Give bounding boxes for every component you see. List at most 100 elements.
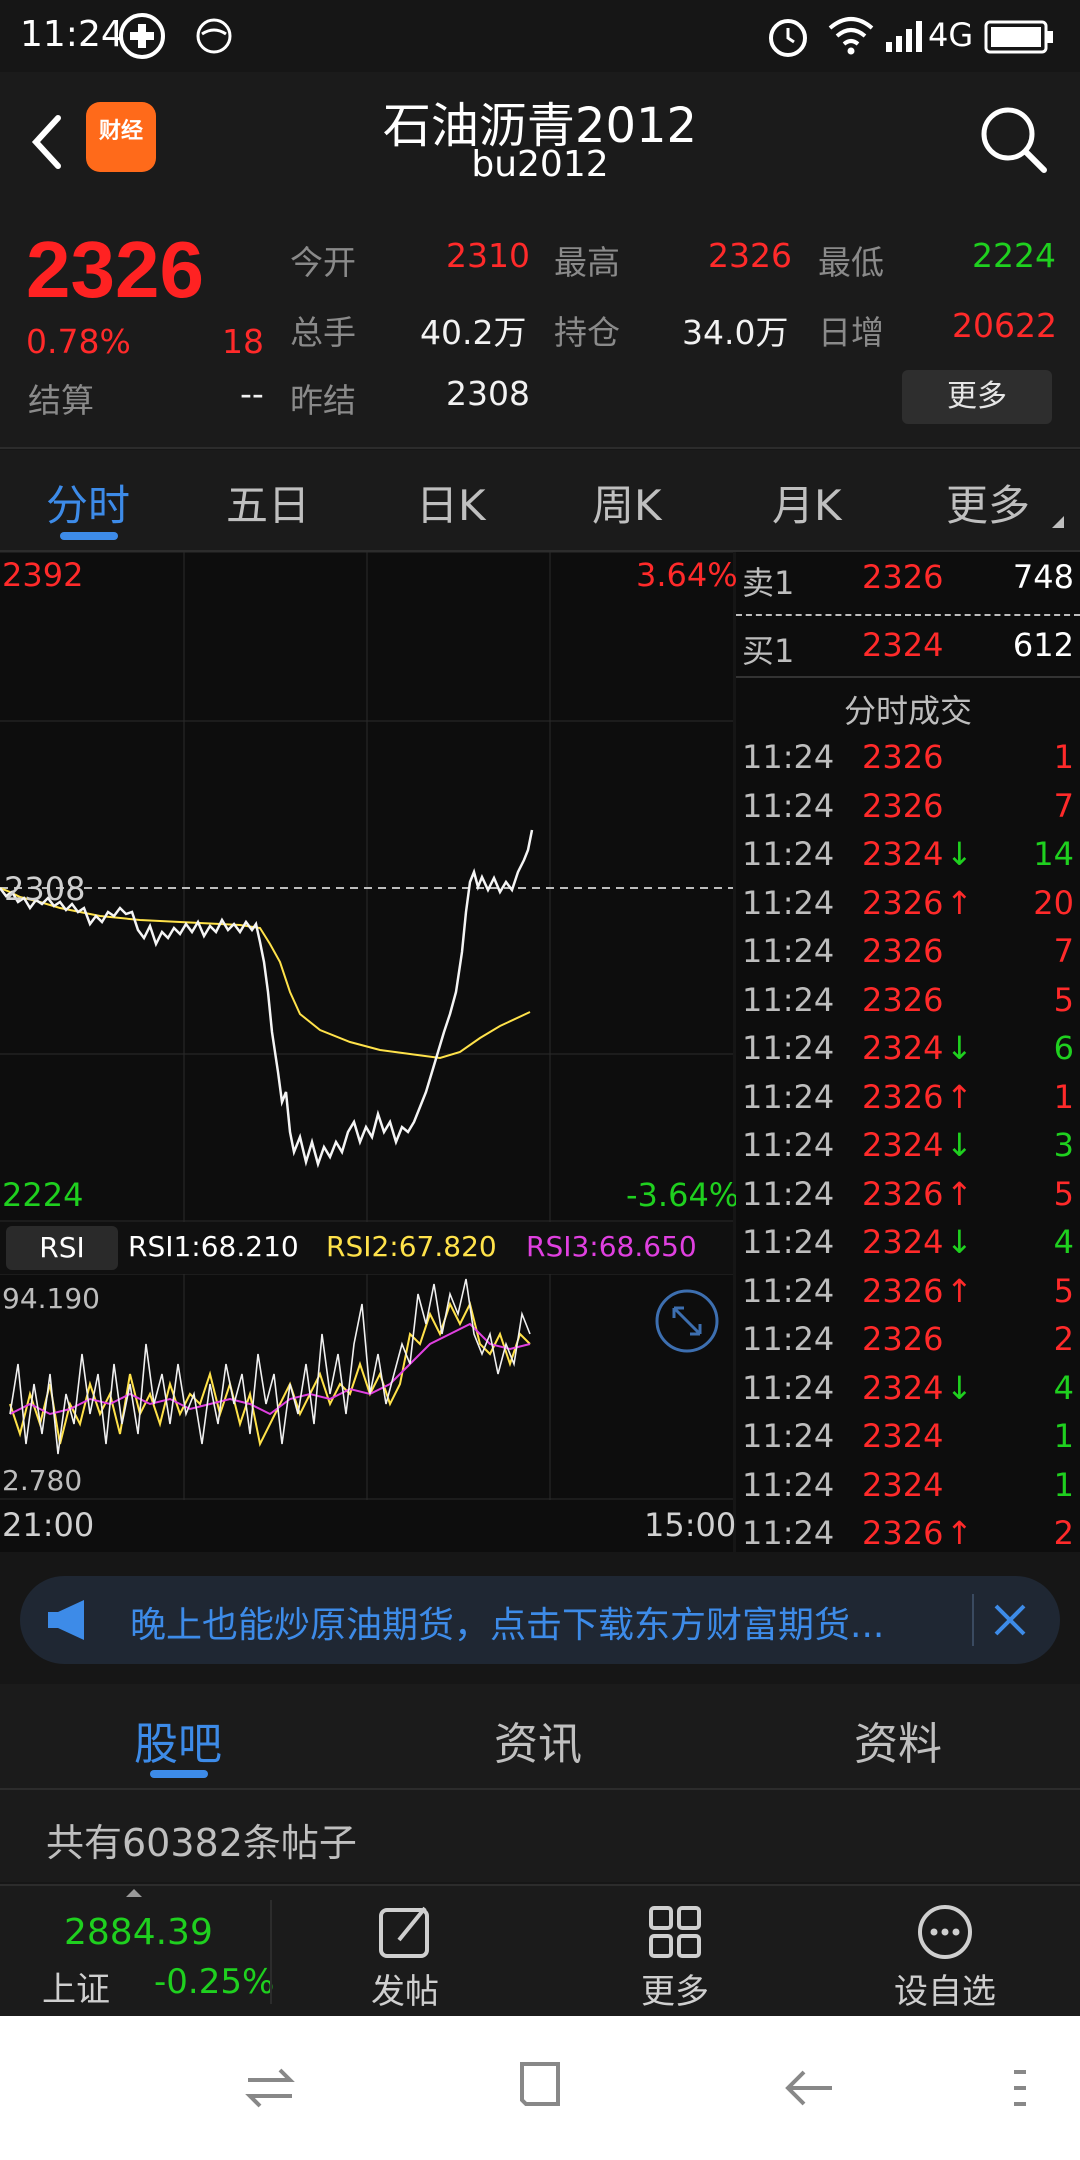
low-label: 最低 [818,243,884,282]
tab-five-day[interactable]: 五日 [226,472,310,533]
trade-time: 11:24 [742,1126,835,1164]
rsi-button[interactable]: RSI [6,1226,118,1270]
settle-value: -- [240,374,264,413]
tab-forum[interactable]: 股吧 [134,1708,222,1772]
rsi3-value: RSI3:68.650 [526,1230,697,1263]
trade-volume: 2 [1053,1320,1074,1358]
daily-increase-value: 20622 [952,306,1057,345]
trade-row: 11:24 2326 5 [736,981,1080,1029]
back-icon[interactable] [784,2062,836,2114]
rsi-chart-svg [0,1274,733,1500]
active-tab-indicator [60,532,118,540]
system-nav-bar [0,2016,1080,2160]
trades-title: 分时成交 [843,692,972,730]
megaphone-icon [48,1600,84,1640]
index-change: -0.25% [154,1962,275,2002]
more-button[interactable]: 更多 [600,1886,750,2018]
promo-banner-area: 晚上也能炒原油期货，点击下载东方财富期货... [0,1556,1080,1682]
banner-divider [972,1594,974,1646]
caret-up-icon [126,1889,142,1897]
contract-code: bu2012 [471,144,609,185]
trade-row: 11:24 2324 1 [736,1417,1080,1465]
community-tabs: 股吧 资讯 资料 [0,1684,1080,1790]
trade-time: 11:24 [742,1368,835,1407]
trade-price: 2324 [862,1126,944,1164]
settle-label: 结算 [28,381,94,420]
signal-icon [886,21,922,52]
trade-direction-icon: ↑ [946,1271,973,1310]
post-label: 发帖 [371,1972,439,2012]
post-count: 共有60382条帖子 [46,1821,357,1865]
trade-direction-icon: ↓ [946,835,973,873]
trade-volume: 5 [1053,980,1074,1019]
trade-volume: 4 [1053,1368,1074,1407]
post-count-bar: 共有60382条帖子 [0,1790,1080,1882]
open-label: 今开 [290,243,356,282]
trade-time: 11:24 [742,1029,835,1067]
trade-time: 11:24 [742,883,835,922]
trade-direction-icon: ↑ [946,1174,973,1213]
tab-weekly-k[interactable]: 周K [592,472,662,533]
high-label: 最高 [554,243,620,282]
rsi-min-label: 2.780 [2,1464,83,1497]
trade-time: 11:24 [742,1271,835,1310]
trade-row: 11:24 2326 1 [736,738,1080,786]
trade-time: 11:24 [742,932,835,970]
switch-icon[interactable] [244,2062,296,2114]
intraday-chart-svg [0,552,733,1222]
edit-icon [379,1906,429,1958]
trade-time: 11:24 [742,1174,835,1213]
status-bar: 11:24 4G [0,0,1080,72]
close-icon[interactable] [990,1600,1030,1640]
menu-icon[interactable] [1010,2062,1030,2114]
trade-row: 11:24 2324 ↓ 4 [736,1369,1080,1417]
ask-price: 2326 [862,558,944,596]
tab-profile[interactable]: 资料 [854,1708,942,1772]
index-ticker[interactable]: 2884.39 上证 -0.25% [0,1886,274,2018]
time-axis-end: 15:00 [644,1506,737,1544]
trade-row: 11:24 2324 ↓ 3 [736,1126,1080,1174]
trade-row: 11:24 2324 ↓ 14 [736,835,1080,883]
trade-price: 2324 [862,1417,944,1455]
trade-volume: 1 [1053,1465,1074,1504]
trade-volume: 1 [1053,1417,1074,1455]
home-icon[interactable] [514,2060,566,2112]
volume-value: 40.2万 [420,313,527,352]
bid-row: 买1 2324 612 [736,626,1080,674]
tab-intraday[interactable]: 分时 [46,472,130,533]
add-watchlist-button[interactable]: 设自选 [870,1886,1020,2018]
low-value: 2224 [972,236,1056,275]
more-quote-button[interactable]: 更多 [902,370,1052,424]
trade-volume: 1 [1053,1077,1074,1116]
trade-direction-icon: ↑ [946,1077,973,1116]
intraday-chart[interactable]: 2392 3.64% 2308 2224 -3.64% [0,552,739,1222]
trade-volume: 20 [1033,883,1074,922]
time-axis-start: 21:00 [2,1506,95,1544]
network-type: 4G [928,16,974,54]
promo-banner[interactable]: 晚上也能炒原油期货，点击下载东方财富期货... [20,1576,1060,1664]
search-icon[interactable] [976,102,1050,176]
y-axis-bottom: 2224 [2,1176,84,1214]
tab-news[interactable]: 资讯 [494,1708,582,1772]
trade-price: 2326 [862,786,944,825]
trade-price: 2326 [862,1271,944,1310]
trade-row: 11:24 2326 7 [736,932,1080,980]
rsi-chart[interactable]: 94.190 2.780 [0,1274,733,1500]
footer-toolbar: 2884.39 上证 -0.25% 发帖 更多 设自选 [0,1884,1080,2018]
tab-daily-k[interactable]: 日K [416,472,486,533]
rsi-indicator-bar: RSI RSI1:68.210 RSI2:67.820 RSI3:68.650 [0,1222,733,1274]
trade-row: 11:24 2326 ↑ 2 [736,1514,1080,1562]
trade-price: 2324 [862,1223,944,1261]
tab-monthly-k[interactable]: 月K [772,472,842,533]
battery-icon [984,20,1053,54]
trade-time: 11:24 [742,980,835,1019]
post-button[interactable]: 发帖 [330,1886,480,2018]
order-book: 卖1 2326 748 买1 2324 612 分时成交 11:24 2326 1 1… [736,552,1080,1552]
trade-direction-icon: ↓ [946,1223,973,1261]
active-bottom-tab-indicator [150,1770,208,1778]
trade-price: 2326 [862,932,944,970]
expand-icon[interactable] [654,1288,720,1354]
tab-more[interactable]: 更多 [946,472,1030,533]
mask-icon [196,18,232,54]
trade-volume: 7 [1053,786,1074,825]
